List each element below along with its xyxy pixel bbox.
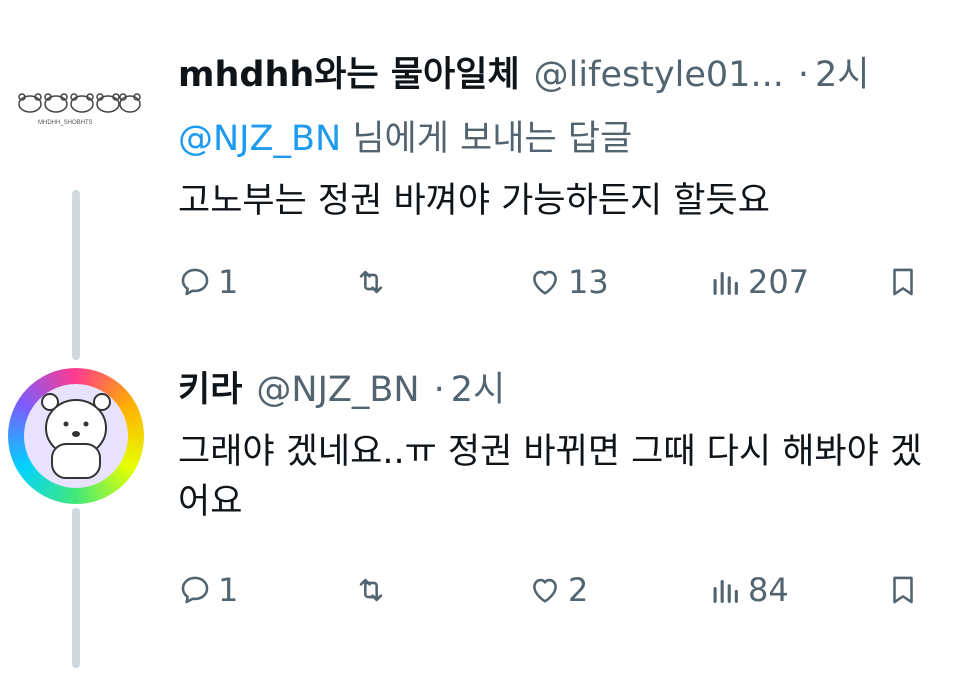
reply-context: @NJZ_BN 님에게 보내는 답글 [178,114,966,164]
bookmark-button[interactable] [886,570,920,610]
like-button[interactable]: 13 [528,262,609,302]
share-icon [956,573,966,607]
reply-context-text: 님에게 보내는 답글 [341,119,633,159]
bookmark-icon [893,576,913,604]
views-count: 84 [748,571,789,609]
timestamp[interactable]: 2시 [815,50,869,100]
tweet-actions: 1 13 207 [178,262,966,302]
tweet-actions: 1 2 84 [178,570,966,610]
tweet[interactable]: 키라 @NJZ_BN · 2시 그래야 겠네요..ㅠ 정권 바뀌면 그때 다시 … [178,365,966,609]
bear-icon [41,393,111,479]
share-button[interactable] [956,262,966,302]
display-name[interactable]: mhdhh와는 물아일체 [178,50,520,100]
reply-icon [181,576,209,604]
display-name[interactable]: 키라 [178,365,242,415]
tweet-header: mhdhh와는 물아일체 @lifestyle01... · 2시 [178,50,966,100]
mention-link[interactable]: @NJZ_BN [178,119,341,159]
separator-dot: · [797,55,809,95]
avatar-kira[interactable] [8,368,144,504]
heart-icon [533,270,557,295]
thread-line [72,508,80,668]
tweet-text: 고노부는 정권 바껴야 가능하든지 할듯요 [178,181,770,221]
retweet-icon [359,270,383,294]
thread-line [72,190,80,360]
avatar-mhdhh[interactable]: MHDHH_SHOBHTS [14,88,142,128]
bookmark-icon [893,268,913,296]
tweet-text: 그래야 겠네요..ㅠ 정권 바뀌면 그때 다시 해봐야 겠어요 [178,432,923,522]
user-handle[interactable]: @NJZ_BN [256,365,419,415]
avatar-inner [24,384,128,488]
share-icon [956,265,966,299]
views-button[interactable]: 84 [708,570,789,610]
retweet-button[interactable] [354,262,388,302]
tweet-header: 키라 @NJZ_BN · 2시 [178,365,966,415]
views-icon [713,579,738,603]
bookmark-button[interactable] [886,262,920,302]
tweet[interactable]: mhdhh와는 물아일체 @lifestyle01... · 2시 @NJZ_B… [178,50,966,301]
views-button[interactable]: 207 [708,262,809,302]
reply-count: 1 [218,263,239,301]
avatar-caption: MHDHH_SHOBHTS [38,120,93,126]
reply-count: 1 [218,571,239,609]
retweet-button[interactable] [354,570,388,610]
bear-doodle-icon: MHDHH_SHOBHTS [18,93,141,126]
like-count: 2 [568,571,589,609]
reply-button[interactable]: 1 [178,262,238,302]
reply-button[interactable]: 1 [178,570,238,610]
like-button[interactable]: 2 [528,570,588,610]
share-button[interactable] [956,570,966,610]
views-count: 207 [748,263,810,301]
separator-dot: · [433,370,445,410]
reply-icon [181,268,209,296]
retweet-icon [359,578,383,602]
heart-icon [533,578,557,603]
timestamp[interactable]: 2시 [451,365,505,415]
like-count: 13 [568,263,609,301]
views-icon [713,271,738,295]
user-handle[interactable]: @lifestyle01... [534,50,784,100]
